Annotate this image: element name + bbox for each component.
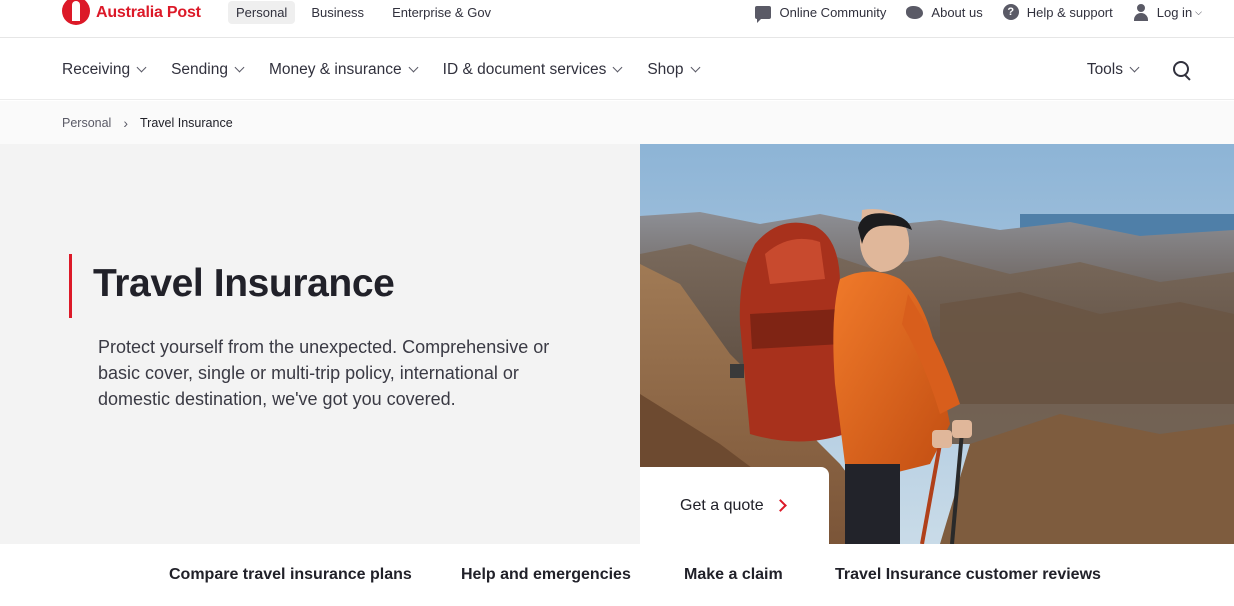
segment-switcher: Personal Business Enterprise & Gov [228, 0, 499, 24]
nav-item-money-insurance[interactable]: Money & insurance [268, 60, 419, 79]
nav-item-label: Receiving [62, 60, 131, 78]
log-in-button[interactable]: Log in ⌵ [1133, 3, 1202, 21]
main-nav-right: Tools [1087, 39, 1192, 100]
chevron-down-icon [612, 62, 623, 73]
breadcrumb-personal-link[interactable]: Personal [62, 116, 111, 130]
tab-make-a-claim[interactable]: Make a claim [684, 544, 783, 606]
main-nav-items: Receiving Sending Money & insurance ID &… [62, 39, 725, 100]
about-us-label: About us [931, 4, 983, 20]
australia-post-logo-icon [62, 0, 90, 25]
nav-item-label: ID & document services [442, 60, 607, 78]
breadcrumb: Personal › Travel Insurance [0, 101, 1234, 144]
online-community-label: Online Community [779, 4, 887, 20]
main-nav: Receiving Sending Money & insurance ID &… [0, 39, 1234, 100]
hero-description: Protect yourself from the unexpected. Co… [98, 337, 550, 409]
australia-map-icon [906, 5, 924, 19]
australia-post-logo[interactable]: Australia Post [62, 0, 201, 26]
brand-name: Australia Post [96, 4, 201, 21]
tab-customer-reviews[interactable]: Travel Insurance customer reviews [835, 544, 1101, 606]
segment-business[interactable]: Business [303, 1, 372, 24]
nav-item-label: Shop [647, 60, 684, 78]
about-us-link[interactable]: About us [906, 4, 983, 20]
help-support-label: Help & support [1026, 4, 1113, 20]
chat-bubble-icon [755, 5, 772, 23]
nav-item-id-document-services[interactable]: ID & document services [442, 60, 623, 79]
page-title: Travel Insurance [93, 262, 395, 305]
segment-personal[interactable]: Personal [228, 0, 296, 24]
breadcrumb-current: Travel Insurance [140, 115, 233, 130]
chevron-down-icon [136, 62, 147, 73]
nav-item-label: Tools [1086, 60, 1123, 78]
chevron-right-icon: › [123, 114, 129, 131]
tab-compare-plans[interactable]: Compare travel insurance plans [169, 544, 412, 606]
utility-bar: Australia Post Personal Business Enterpr… [0, 0, 1234, 38]
nav-item-receiving[interactable]: Receiving [62, 60, 147, 79]
nav-item-label: Sending [171, 60, 228, 78]
online-community-link[interactable]: Online Community [755, 4, 887, 23]
help-support-link[interactable]: ? Help & support [1002, 4, 1113, 20]
nav-item-label: Money & insurance [268, 60, 402, 78]
title-accent-bar [69, 254, 72, 318]
segment-enterprise-gov[interactable]: Enterprise & Gov [384, 1, 499, 24]
log-in-label: Log in [1156, 4, 1193, 20]
search-icon[interactable] [1172, 60, 1192, 80]
hero-text-panel: Travel Insurance Protect yourself from t… [0, 144, 640, 544]
chevron-down-icon [408, 62, 419, 73]
chevron-down-icon [690, 62, 700, 73]
question-circle-icon: ? [1002, 4, 1019, 20]
nav-item-sending[interactable]: Sending [171, 60, 245, 79]
user-icon [1133, 3, 1149, 21]
get-a-quote-button[interactable]: Get a quote [640, 467, 829, 544]
nav-item-shop[interactable]: Shop [647, 60, 700, 79]
nav-item-tools[interactable]: Tools [1086, 60, 1140, 79]
chevron-right-icon [773, 499, 787, 512]
section-tabs: Compare travel insurance plans Help and … [0, 544, 1234, 606]
chevron-down-icon [234, 62, 245, 73]
get-a-quote-label: Get a quote [680, 496, 764, 514]
utility-links: Online Community About us ? Help & suppo… [755, 0, 1234, 24]
chevron-down-icon [1129, 62, 1140, 73]
chevron-down-icon: ⌵ [1195, 6, 1202, 17]
tab-help-emergencies[interactable]: Help and emergencies [461, 544, 631, 606]
